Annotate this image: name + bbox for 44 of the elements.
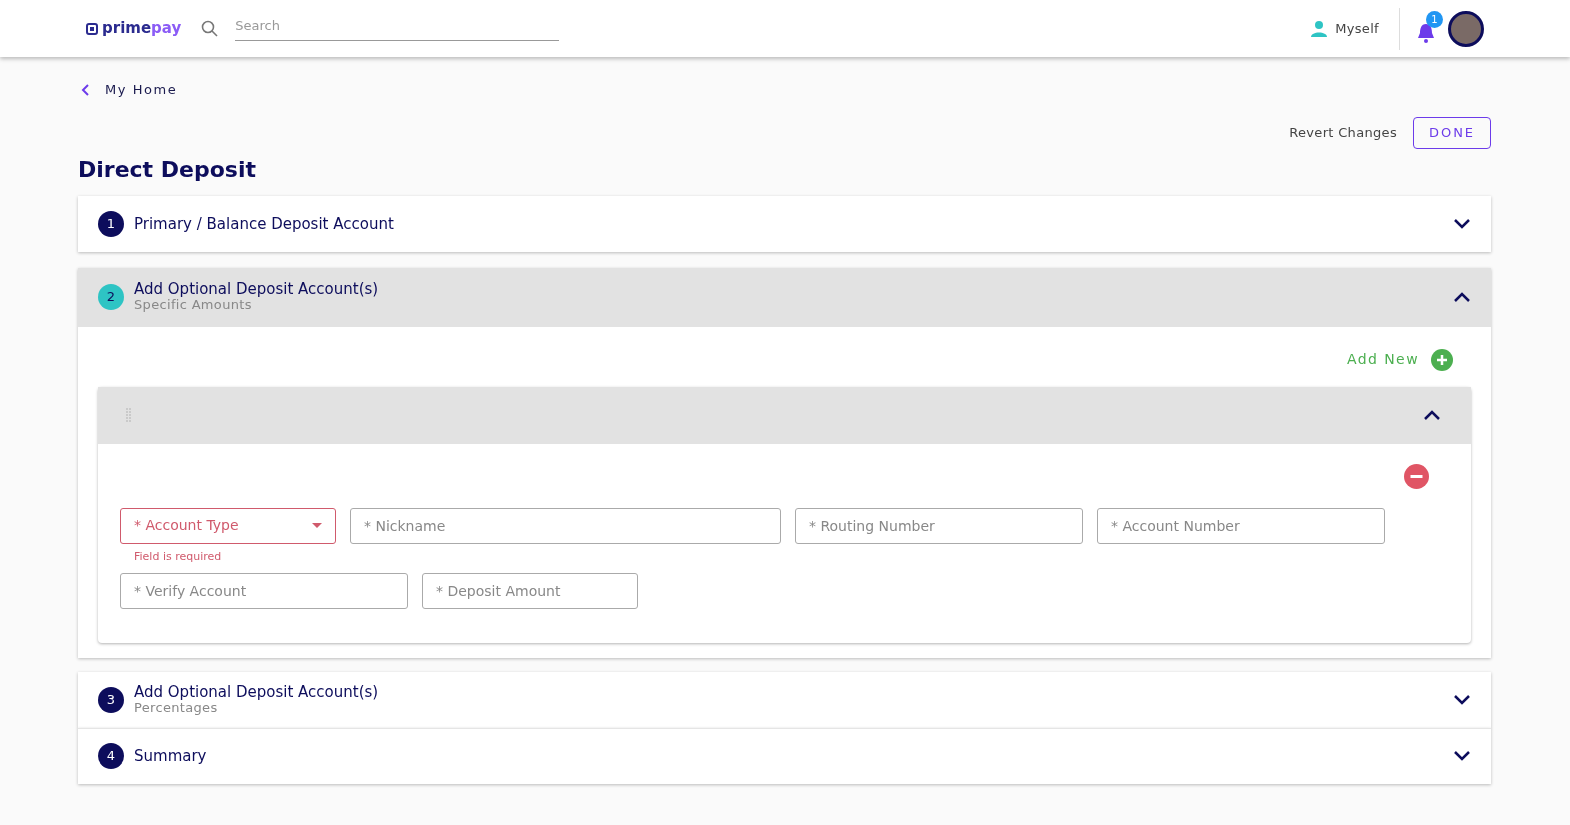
input-field[interactable]: * Deposit Amount [422,572,638,609]
person-icon [1311,20,1328,37]
accordion-header[interactable]: 1 Primary / Balance Deposit Account [78,195,1491,252]
accordion-header[interactable]: 3 Add Optional Deposit Account(s) Percentages [78,671,1491,728]
remove-icon[interactable] [1404,463,1429,489]
input-field[interactable]: * Nickname [350,507,781,544]
notification-badge: 1 [1426,10,1443,28]
revert-changes-button[interactable]: Revert Changes [1289,122,1397,143]
bell-icon[interactable] [1416,22,1436,43]
section-title: Summary [134,748,207,764]
avatar[interactable] [1448,10,1484,47]
user-name[interactable]: Myself [1335,18,1379,39]
page-title: Direct Deposit [78,155,257,184]
done-button[interactable]: DONE [1413,116,1491,149]
accordion-header[interactable]: 4 Summary [78,727,1491,784]
chevron-up-icon[interactable] [1423,409,1441,421]
logo[interactable]: primepay [86,17,182,40]
input-field[interactable]: * Account Number [1097,507,1385,544]
accordion-header[interactable]: 2 Add Optional Deposit Account(s) Specific Amounts [78,267,1491,327]
step-number: 3 [98,686,124,713]
back-link[interactable]: My Home [81,80,178,100]
logo-icon [86,22,98,35]
input-field[interactable]: * Routing Number [795,507,1083,544]
search-field[interactable]: Search [235,16,560,41]
search-icon[interactable] [201,19,220,38]
drag-handle-icon[interactable] [126,408,131,422]
section-title: Primary / Balance Deposit Account [134,215,394,232]
chevron-down-icon[interactable] [1453,693,1471,706]
input-field[interactable]: * Verify Account [120,572,408,609]
chevron-up-icon[interactable] [1453,291,1471,303]
section-title: Add Optional Deposit Account(s) [134,683,379,700]
step-number: 4 [98,743,124,769]
chevron-down-icon[interactable] [1453,217,1471,230]
step-number: 2 [98,284,124,310]
chevron-down-icon[interactable] [1453,750,1471,762]
section-subtitle: Specific Amounts [134,297,253,313]
account-type-dropdown[interactable]: * Account Type [120,507,336,544]
section-title: Add Optional Deposit Account(s) [134,281,379,297]
step-number: 1 [98,210,124,237]
caret-down-icon [312,523,322,528]
section-subtitle: Percentages [134,699,218,716]
chevron-left-icon [81,83,89,96]
error-message: Field is required [134,548,223,565]
plus-icon [1431,348,1453,371]
